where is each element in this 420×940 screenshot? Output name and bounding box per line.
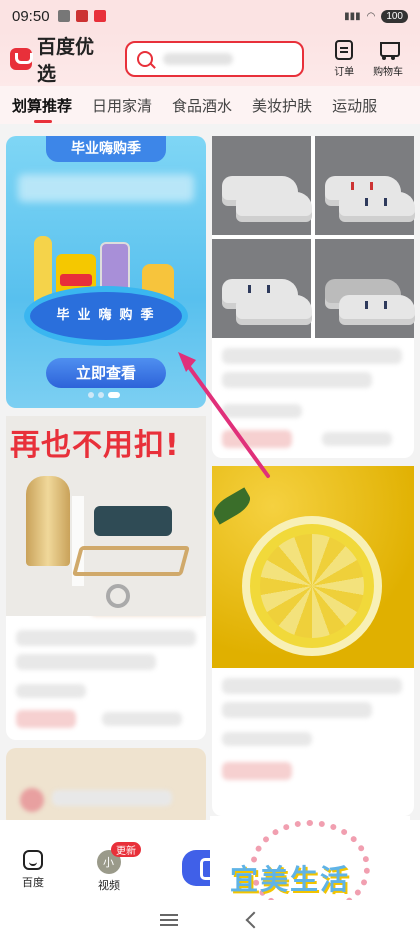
shoe-image: [339, 295, 415, 319]
chips-brand-label: [60, 274, 92, 286]
logo-text: 百度优选: [36, 37, 94, 85]
avatar-text: 小: [103, 856, 114, 869]
notification-icon: [75, 10, 88, 22]
carousel-dot: [88, 392, 94, 398]
cart-button[interactable]: 购物车: [366, 40, 410, 78]
tray-image: [71, 546, 191, 576]
tab-sports[interactable]: 运动服: [332, 95, 377, 116]
view-now-button[interactable]: 立即查看: [46, 358, 166, 388]
settings-icon: [57, 10, 70, 22]
product-tag-blurred: [16, 684, 86, 698]
ring-text: 毕业嗨购季: [56, 308, 162, 323]
carousel-dot: [98, 392, 104, 398]
product-tag-blurred: [222, 732, 312, 746]
shoe-photo: [212, 239, 312, 338]
app-logo[interactable]: 百度优选: [10, 32, 113, 86]
soap-image: [94, 506, 172, 536]
home-icon: [23, 850, 43, 870]
orders-button[interactable]: 订单: [322, 40, 366, 78]
menu-icon[interactable]: [160, 914, 178, 926]
category-tabs: 划算推荐 日用家清 食品酒水 美妆护肤 运动服: [0, 86, 420, 124]
cart-label: 购物车: [373, 67, 404, 78]
tab-recommended[interactable]: 划算推荐: [12, 95, 72, 123]
logo-icon: [10, 48, 33, 70]
update-badge: 更新: [111, 842, 141, 857]
shoe-image: [236, 295, 312, 319]
product-title-blurred: [222, 348, 402, 364]
product-sales-blurred: [102, 712, 182, 726]
product-title-blurred: [16, 630, 196, 646]
product-sales-blurred: [322, 432, 392, 446]
wifi-icon: ◠: [366, 10, 376, 22]
product-title-blurred: [222, 702, 372, 718]
shoe-photo: [315, 239, 415, 338]
product-tag-blurred: [222, 404, 302, 418]
shoe-image: [339, 192, 415, 216]
status-right: ▮▮▮ ◠ 100: [344, 9, 408, 23]
system-nav-bar: [0, 900, 420, 940]
order-icon: [335, 40, 354, 60]
shop-avatar-blurred: [20, 788, 44, 812]
app-notification-icon: [93, 10, 106, 22]
shoe-image: [236, 192, 312, 216]
faucet-image: [26, 476, 70, 566]
shoe-photo: [315, 136, 415, 235]
nav-home-label: 百度: [22, 876, 44, 889]
search-placeholder-blurred: [162, 53, 233, 65]
search-bar[interactable]: [124, 41, 305, 77]
product-card-partial[interactable]: [6, 748, 206, 828]
nav-video[interactable]: 小 更新 视频: [76, 842, 142, 893]
search-icon: [136, 51, 153, 67]
back-icon[interactable]: [245, 911, 263, 929]
soap-tray-image: 再也不用扣!: [6, 416, 206, 616]
status-bar: 09:50 ▮▮▮ ◠ 100: [0, 0, 420, 32]
orders-label: 订单: [334, 67, 355, 78]
shoes-image-grid: [212, 136, 415, 338]
tab-beauty[interactable]: 美妆护肤: [252, 95, 312, 116]
leaf-image: [212, 487, 255, 525]
drain-image: [106, 584, 130, 608]
product-price-blurred: [222, 430, 292, 448]
cart-icon: [377, 40, 401, 60]
carousel-dots: [88, 392, 120, 398]
signal-icon: ▮▮▮: [344, 10, 361, 22]
shop-name-blurred: [52, 790, 172, 806]
carousel-dot-active: [108, 392, 120, 398]
product-title-blurred: [222, 678, 402, 694]
app-header: 百度优选 订单 购物车: [0, 32, 420, 86]
status-time: 09:50: [12, 7, 50, 25]
shoe-photo: [212, 136, 312, 235]
tab-household[interactable]: 日用家清: [92, 95, 152, 116]
watermark-text: 宜美生活: [230, 863, 351, 896]
product-title-blurred: [222, 372, 372, 388]
promo-headline: 再也不用扣!: [10, 428, 180, 463]
banner-title: 毕业嗨购季: [46, 136, 166, 162]
status-icons: [57, 10, 106, 22]
video-avatar: 小 更新: [97, 842, 141, 874]
nav-video-label: 视频: [98, 879, 120, 892]
product-price-blurred: [16, 710, 76, 728]
nav-home[interactable]: 百度: [0, 850, 66, 890]
lemon-slice-image: [242, 516, 382, 656]
tab-food-drinks[interactable]: 食品酒水: [172, 95, 232, 116]
promo-banner[interactable]: 毕业嗨购季 毕业嗨购季 立即查看: [6, 136, 206, 408]
battery-indicator: 100: [381, 9, 408, 23]
banner-subtitle-blurred: [18, 174, 194, 202]
product-title-blurred: [16, 654, 156, 670]
product-price-blurred: [222, 762, 292, 780]
lemon-image: [212, 466, 414, 668]
